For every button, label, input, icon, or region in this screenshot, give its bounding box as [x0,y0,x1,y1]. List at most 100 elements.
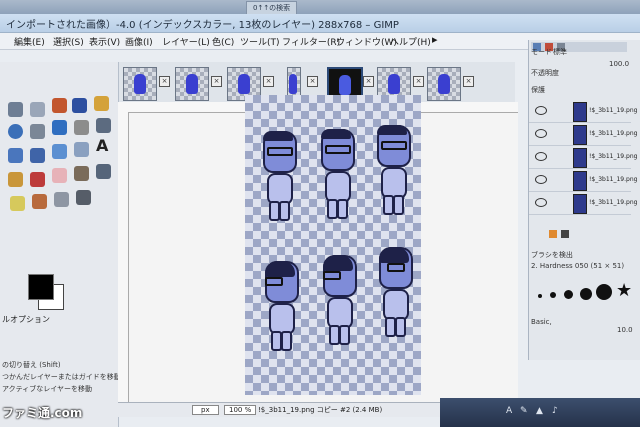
ime-icon[interactable]: ✎ [520,406,528,416]
menu-view[interactable]: 表示(V) [89,35,120,48]
text-tool-icon[interactable]: A [96,138,111,154]
close-icon[interactable]: × [211,76,222,87]
layer-name: !$_3b11_19.png [589,153,638,160]
tool-option-line[interactable]: アクティブなレイヤーを移動 [2,384,92,394]
unit-select[interactable]: px [192,405,219,415]
star-brush-icon[interactable]: ★ [616,280,632,301]
menu-layer[interactable]: レイヤー(L) [162,35,210,48]
menu-filters[interactable]: フィルター(R) [282,35,340,48]
eye-icon[interactable] [535,106,547,115]
browser-tab[interactable]: 0↑↑の検索 [246,1,298,14]
layer-thumbnail [573,148,587,168]
clone-icon[interactable] [10,196,25,211]
sprite-glasses [387,263,405,272]
brush-dot-icon[interactable] [538,294,542,298]
lock-label: 保護 [531,86,545,94]
sprite-hair [263,131,293,141]
sprite-leg [393,195,404,215]
close-icon[interactable]: × [263,76,274,87]
close-icon[interactable]: × [363,76,374,87]
scissors-icon[interactable] [72,98,87,113]
brush-dot-icon[interactable] [580,288,592,300]
menu-image[interactable]: 画像(I) [125,35,153,48]
layers-panel: モード 標準 不透明度 100.0 保護 !$_3b11_19.png !$_3… [528,40,640,360]
perspective-icon[interactable] [74,142,89,157]
sprite-glasses [381,141,407,150]
select-by-color-icon[interactable] [52,98,67,113]
brush-dot-icon[interactable] [564,290,573,299]
menu-select[interactable]: 選択(S) [53,35,84,48]
sprite-hair [377,125,407,135]
image-tab[interactable] [123,67,157,101]
layer-thumbnail [573,102,587,122]
menu-edit[interactable]: 編集(E) [14,35,45,48]
sprite-front [317,129,355,219]
brush-grid: ★ [532,280,632,310]
browser-tab-strip: 0↑↑の検索 [0,0,640,14]
fuzzy-select-icon[interactable] [30,102,45,117]
spacing-value[interactable]: 10.0 [617,326,633,334]
sprite-glasses [323,271,341,280]
eye-icon[interactable] [535,152,547,161]
layer-row[interactable]: !$_3b11_19.png [529,146,637,169]
smudge-icon[interactable] [54,192,69,207]
layer-thumbnail [573,171,587,191]
close-icon[interactable]: × [307,76,318,87]
sprite-glasses [265,277,283,286]
image-canvas[interactable] [245,95,421,395]
zoom-select[interactable]: 100 % [224,405,257,415]
menu-tools[interactable]: ツール(T) [240,35,280,48]
close-icon[interactable]: × [413,76,424,87]
move-icon[interactable] [52,120,67,135]
foreground-select-icon[interactable] [94,96,109,111]
close-icon[interactable]: × [463,76,474,87]
layer-row[interactable]: !$_3b11_19.png [529,192,637,215]
watermark: ファミ通.com [2,406,83,420]
crop-icon[interactable] [96,118,111,133]
tool-option-line[interactable]: つかんだレイヤーまたはガイドを移動 [2,372,121,382]
rotate-icon[interactable] [8,148,23,163]
bucket-fill-icon[interactable] [8,172,23,187]
menu-windows[interactable]: ウィンドウ(W) [336,35,397,48]
sprite-side [319,255,357,345]
eraser-icon[interactable] [52,168,67,183]
menu-help[interactable]: ヘルプ(H) [390,35,431,48]
brush-dot-icon[interactable] [596,284,612,300]
heal-icon[interactable] [32,194,47,209]
language-indicator[interactable]: A [506,406,512,416]
image-tab[interactable] [427,67,461,101]
layer-row[interactable]: !$_3b11_19.png [529,169,637,192]
close-icon[interactable]: × [159,76,170,87]
brush-dot-icon[interactable] [550,292,556,298]
volume-icon[interactable]: ♪ [552,406,558,416]
eye-icon[interactable] [535,198,547,207]
pencil-icon[interactable] [30,172,45,187]
gradient-icon[interactable] [561,230,569,238]
layer-row[interactable]: !$_3b11_19.png [529,100,637,123]
network-icon[interactable]: ▲ [536,406,543,416]
free-select-icon[interactable] [8,102,23,117]
zoom-icon[interactable] [8,124,23,139]
sprite-leg [281,331,292,351]
foreground-color-swatch[interactable] [28,274,54,300]
image-tab[interactable] [175,67,209,101]
layer-row[interactable]: !$_3b11_19.png [529,123,637,146]
thumbnail-figure [339,75,351,95]
menu-chevron-icon[interactable]: ▸ [432,33,438,46]
opacity-value[interactable]: 100.0 [609,60,629,68]
align-icon[interactable] [74,120,89,135]
layer-thumbnail [573,125,587,145]
shear-icon[interactable] [52,144,67,159]
airbrush-icon[interactable] [74,166,89,181]
eye-icon[interactable] [535,129,547,138]
ink-icon[interactable] [96,164,111,179]
dodge-icon[interactable] [76,190,91,205]
scale-icon[interactable] [30,148,45,163]
sprite-leg [337,199,348,219]
eye-icon[interactable] [535,175,547,184]
mode-select[interactable]: 標準 [553,47,567,57]
thumbnail-figure [438,74,450,94]
menu-color[interactable]: 色(C) [212,35,234,48]
measure-icon[interactable] [30,124,45,139]
palette-icon[interactable] [549,230,557,238]
